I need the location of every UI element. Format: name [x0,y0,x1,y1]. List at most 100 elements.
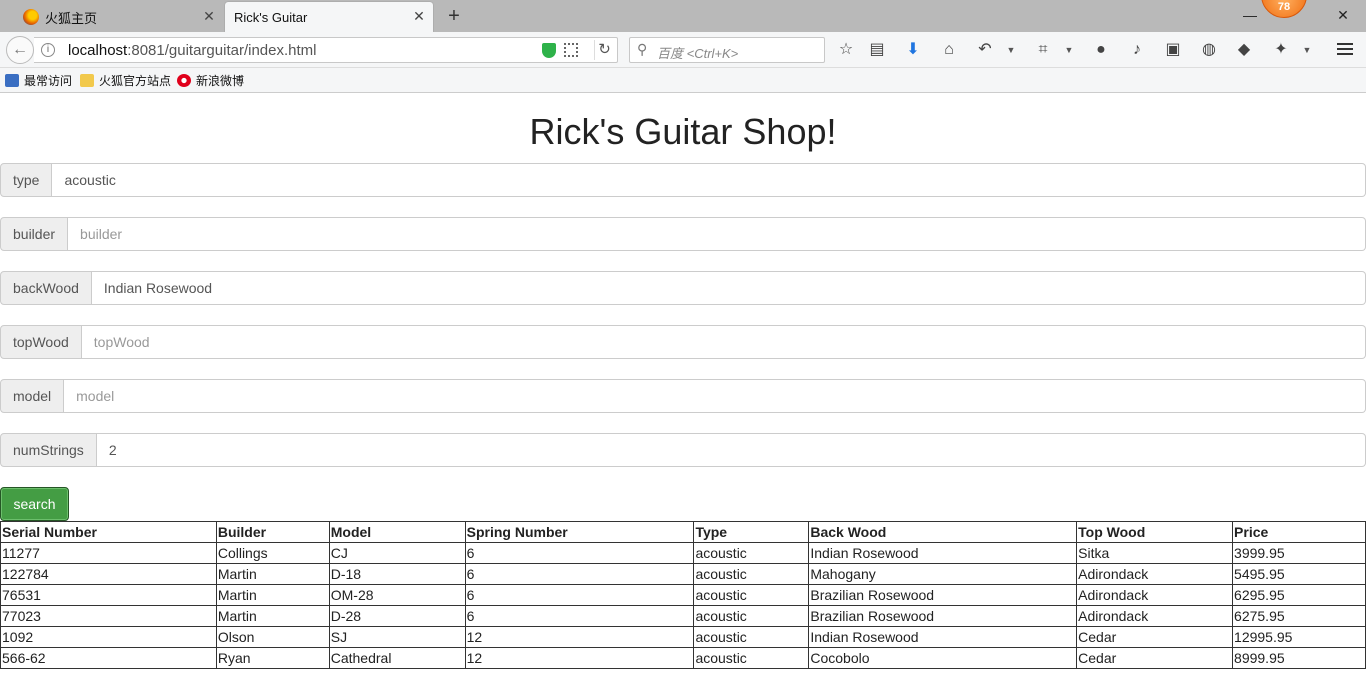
table-cell: 12995.95 [1232,626,1366,648]
table-cell: Sitka [1076,542,1234,564]
table-cell: Ryan [215,647,330,669]
tab-strip: 火狐主页 ✕ Rick's Guitar ✕ + — 78 ✕ [0,0,1366,32]
info-icon[interactable]: i [41,43,55,57]
chat-icon[interactable]: ● [1090,40,1112,60]
table-cell: 76531 [0,584,217,606]
column-header: Spring Number [464,521,695,543]
table-cell: acoustic [693,647,810,669]
table-cell: acoustic [693,584,810,606]
backwood-input[interactable] [91,271,1366,305]
topwood-label: topWood [0,325,82,359]
type-field: type [0,163,1366,197]
undo-icon[interactable]: ↶ [974,40,996,60]
table-cell: 8999.95 [1232,647,1366,669]
back-button[interactable]: ← [6,36,34,64]
url-text[interactable]: localhost:8081/guitarguitar/index.html [68,42,316,59]
minimize-button[interactable]: — [1238,4,1262,26]
bookmark-sina-weibo[interactable]: 新浪微博 [177,72,244,89]
bookmark-star-icon[interactable]: ☆ [835,40,857,60]
builder-input[interactable] [68,217,1366,251]
model-field: model [0,379,1366,413]
model-input[interactable] [64,379,1366,413]
table-cell: Mahogany [808,563,1078,585]
shield-icon[interactable] [542,43,556,58]
home-icon[interactable]: ⌂ [938,40,960,60]
backwood-label: backWood [0,271,92,305]
bookmark-folder-icon [5,74,19,87]
table-cell: OM-28 [328,584,466,606]
new-tab-button[interactable]: + [444,6,464,26]
table-cell: Indian Rosewood [808,626,1078,648]
column-header: Top Wood [1076,521,1234,543]
table-cell: acoustic [693,542,810,564]
table-cell: Martin [215,563,330,585]
table-cell: Indian Rosewood [808,542,1078,564]
tab-firefox-home[interactable]: 火狐主页 ✕ [17,2,223,32]
bookmark-firefox-site[interactable]: 火狐官方站点 [80,72,171,89]
table-cell: 6 [464,584,695,606]
globe-icon[interactable]: ◍ [1198,40,1220,60]
weibo-icon [177,74,191,87]
crop-icon[interactable]: ⌗ [1032,40,1054,60]
numstrings-label: numStrings [0,433,97,467]
notification-badge[interactable]: 78 [1261,0,1307,18]
table-cell: 6275.95 [1232,605,1366,627]
results-table: Serial Number Builder Model Spring Number Ty… [0,521,1366,669]
extension-icon[interactable]: ◆ [1233,40,1255,60]
download-icon[interactable]: ⬇ [902,40,924,60]
close-tab-icon[interactable]: ✕ [411,8,427,24]
chevron-down-icon[interactable]: ▼ [1064,40,1074,60]
bookmark-label: 火狐官方站点 [99,74,172,88]
bookmark-label: 最常访问 [24,74,73,88]
column-header: Model [328,521,466,543]
type-input[interactable] [52,163,1366,197]
table-cell: Collings [215,542,330,564]
close-window-button[interactable]: ✕ [1331,4,1355,26]
table-cell: Martin [215,605,330,627]
table-cell: Cedar [1076,626,1234,648]
table-cell: 5495.95 [1232,563,1366,585]
navigation-toolbar: i localhost:8081/guitarguitar/index.html… [0,32,1366,68]
table-cell: 11277 [0,542,217,564]
search-placeholder: 百度 <Ctrl+K> [657,46,739,61]
table-cell: Cathedral [328,647,466,669]
table-cell: 77023 [0,605,217,627]
table-cell: D-28 [328,605,466,627]
reading-list-icon[interactable]: ▤ [866,40,888,60]
table-cell: SJ [328,626,466,648]
url-bar[interactable]: i localhost:8081/guitarguitar/index.html… [34,37,618,63]
reader-icon[interactable]: ▣ [1162,40,1184,60]
table-cell: Olson [215,626,330,648]
sync-icon[interactable]: ✦ [1270,40,1292,60]
backwood-field: backWood [0,271,1366,305]
reload-icon[interactable]: ↻ [594,40,614,60]
table-cell: 3999.95 [1232,542,1366,564]
qr-code-icon[interactable] [564,43,578,57]
search-button[interactable]: search [0,487,69,521]
search-bar[interactable]: ⚲ 百度 <Ctrl+K> [629,37,825,63]
url-host: localhost [68,42,128,59]
table-row: 77023 Martin D-28 6 acoustic Brazilian Rosewo… [0,605,1366,627]
chevron-down-icon[interactable]: ▼ [1302,40,1312,60]
hamburger-menu-icon[interactable] [1334,40,1356,60]
speaker-icon[interactable]: ♪ [1126,40,1148,60]
page-title: Rick's Guitar Shop! [529,111,837,152]
builder-field: builder [0,217,1366,251]
column-header: Price [1232,521,1366,543]
column-header: Serial Number [0,521,217,543]
tab-ricks-guitar[interactable]: Rick's Guitar ✕ [225,2,433,32]
topwood-input[interactable] [81,325,1366,359]
bookmark-most-visited[interactable]: 最常访问 [5,72,72,89]
chevron-down-icon[interactable]: ▼ [1006,40,1016,60]
table-cell: 566-62 [0,647,217,669]
close-tab-icon[interactable]: ✕ [201,8,217,24]
table-cell: Martin [215,584,330,606]
bookmark-label: 新浪微博 [196,74,245,88]
table-cell: D-18 [328,563,466,585]
type-label: type [0,163,53,197]
numstrings-input[interactable] [96,433,1366,467]
table-row: 11277 Collings CJ 6 acoustic Indian Rosewood S… [0,542,1366,564]
builder-label: builder [0,217,69,251]
column-header: Type [693,521,810,543]
tab-title: 火狐主页 [45,10,98,26]
